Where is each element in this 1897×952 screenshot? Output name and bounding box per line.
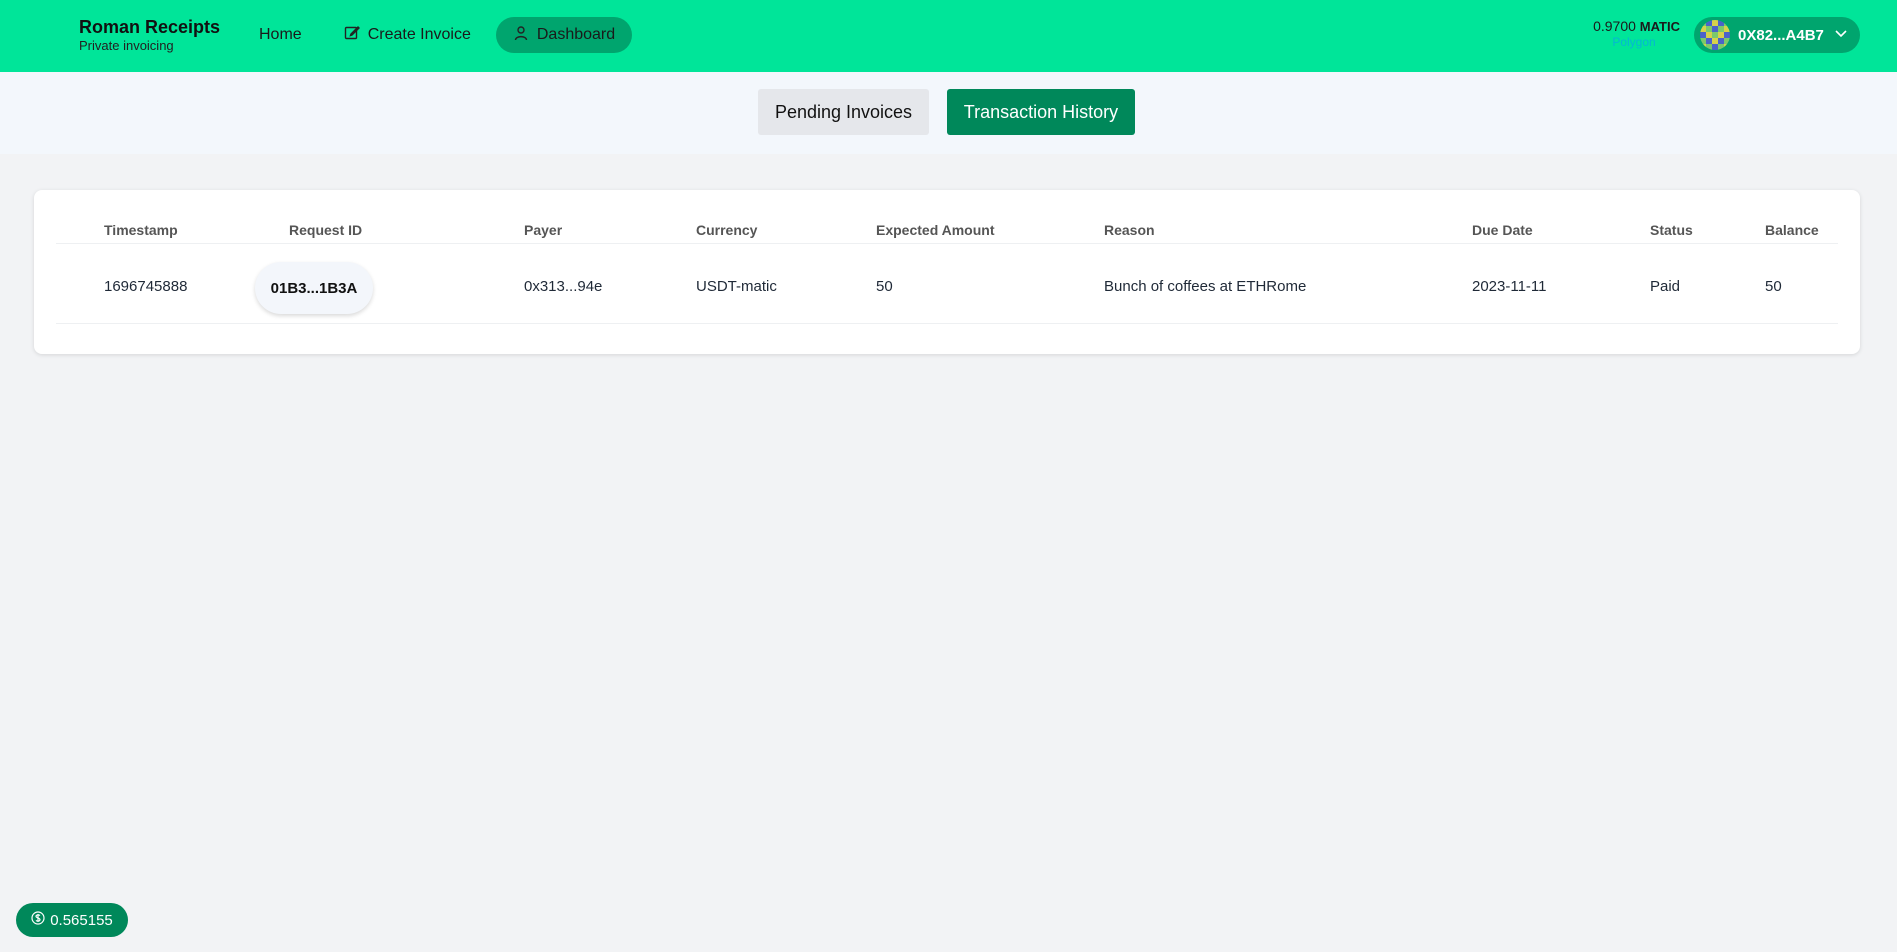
header-status: Status	[1650, 222, 1693, 238]
nav-dashboard[interactable]: Dashboard	[495, 17, 633, 53]
header-timestamp: Timestamp	[104, 222, 178, 238]
header-request-id: Request ID	[289, 222, 363, 238]
brand-title: Roman Receipts	[79, 17, 221, 37]
cell-currency: USDT-matic	[696, 278, 777, 295]
brand-subtitle: Private invoicing	[79, 38, 174, 53]
header-expected-amount: Expected Amount	[876, 222, 995, 238]
header-balance: Balance	[1765, 222, 1819, 238]
network-name: Polygon	[1612, 35, 1656, 49]
account-button[interactable]: 0X82...A4B7	[1694, 17, 1860, 53]
nav-home[interactable]: Home	[242, 17, 319, 53]
account-address: 0X82...A4B7	[1738, 26, 1824, 44]
main-nav: Home Create Invoice Dashboard	[242, 17, 633, 53]
tab-transaction-history[interactable]: Transaction History	[947, 89, 1135, 135]
header-due-date: Due Date	[1472, 222, 1533, 238]
cell-due-date: 2023-11-11	[1472, 278, 1547, 295]
dollar-circle-icon	[31, 911, 45, 929]
balance-amount: 0.9700	[1593, 18, 1636, 34]
header-payer: Payer	[524, 222, 563, 238]
wallet-balance: 0.9700 MATIC Polygon	[1588, 18, 1680, 49]
cell-expected-amount: 50	[876, 278, 893, 295]
transaction-table: Timestamp Request ID Payer Currency Expe…	[34, 190, 1860, 354]
cell-balance: 50	[1765, 278, 1782, 295]
user-icon	[513, 25, 529, 46]
cell-reason: Bunch of coffees at ETHRome	[1104, 278, 1307, 295]
chevron-down-icon	[1832, 26, 1848, 44]
table-header: Timestamp Request ID Payer Currency Expe…	[56, 216, 1838, 244]
cell-timestamp: 1696745888	[104, 278, 188, 295]
nav-create-invoice[interactable]: Create Invoice	[327, 17, 488, 53]
cell-payer: 0x313...94e	[524, 278, 603, 295]
header-currency: Currency	[696, 222, 758, 238]
top-navbar: Roman Receipts Private invoicing Home Cr…	[0, 0, 1897, 72]
tab-pending-invoices[interactable]: Pending Invoices	[758, 89, 929, 135]
edit-icon	[344, 25, 360, 46]
nav-dashboard-label: Dashboard	[536, 26, 616, 43]
avatar	[1700, 20, 1730, 50]
header-reason: Reason	[1104, 222, 1155, 238]
nav-create-invoice-label: Create Invoice	[367, 26, 471, 43]
balance-unit: MATIC	[1639, 19, 1680, 34]
brand[interactable]: Roman Receipts Private invoicing	[79, 16, 220, 54]
nav-home-label: Home	[259, 26, 302, 43]
request-id-chip[interactable]: 01B3...1B3A	[255, 262, 373, 314]
token-price-badge[interactable]: 0.565155	[16, 903, 128, 937]
cell-status: Paid	[1650, 278, 1681, 295]
token-price-value: 0.565155	[50, 911, 113, 929]
table-row: 1696745888 01B3...1B3A 0x313...94e USDT-…	[56, 254, 1838, 324]
tab-bar: Pending Invoices Transaction History	[0, 72, 1897, 154]
